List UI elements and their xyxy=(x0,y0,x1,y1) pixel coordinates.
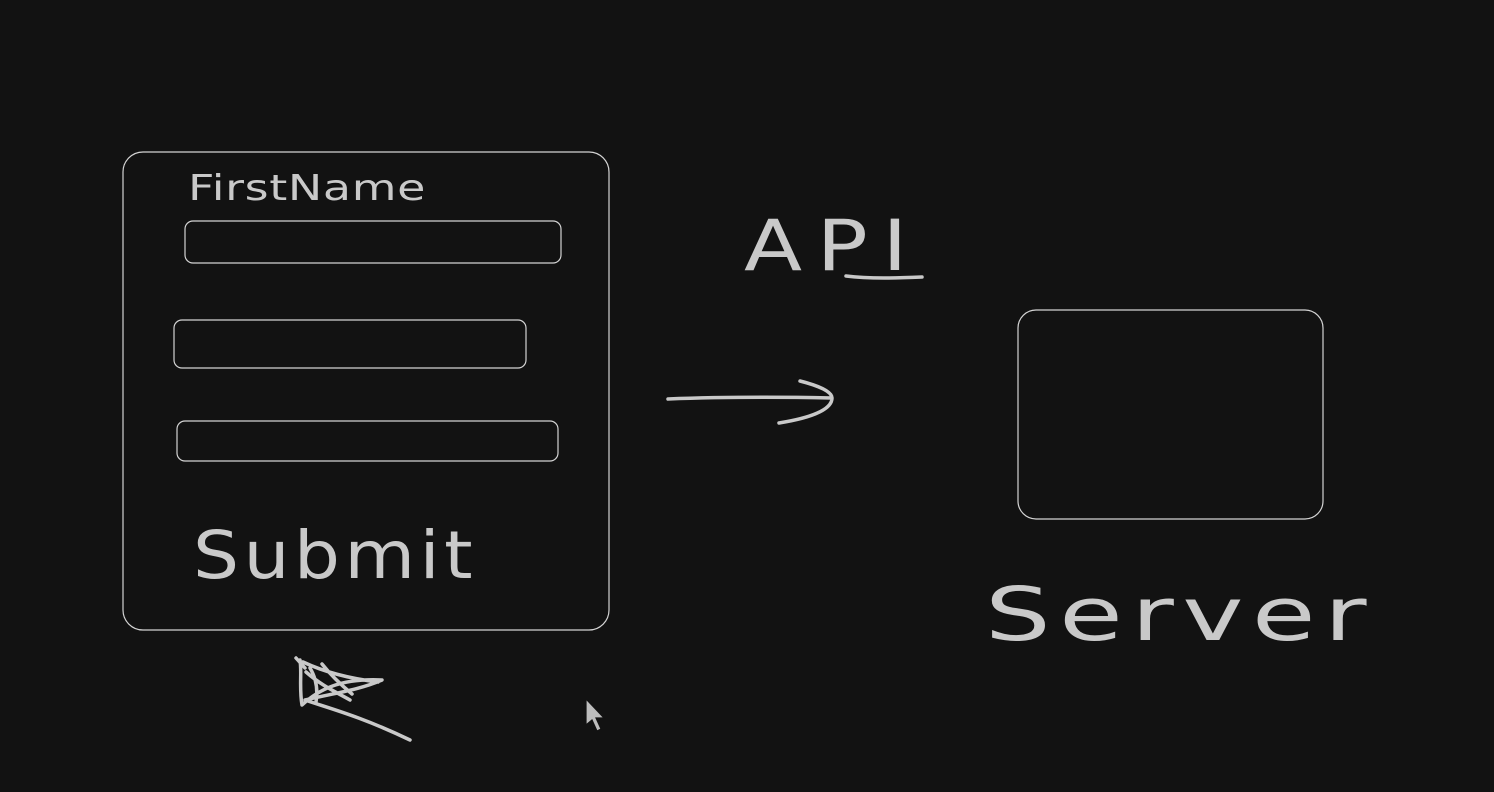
whiteboard-canvas[interactable]: FirstName Submit API Server xyxy=(0,0,1494,792)
arrow-right-icon xyxy=(666,379,834,425)
mouse-pointer-icon xyxy=(585,697,606,732)
pen-scribble-icon xyxy=(294,656,412,742)
pointer-shape xyxy=(585,697,606,732)
server-sketch: Server xyxy=(985,309,1375,658)
form-sketch: FirstName Submit xyxy=(122,151,610,631)
api-label: API xyxy=(744,205,922,287)
form-input-1[interactable] xyxy=(184,220,562,264)
scribble-stroke xyxy=(294,656,412,742)
server-box xyxy=(1017,309,1324,520)
request-arrow xyxy=(666,379,834,425)
form-input-2[interactable] xyxy=(173,319,527,369)
form-label-firstname: FirstName xyxy=(188,168,426,209)
form-input-3[interactable] xyxy=(176,420,559,462)
api-underline xyxy=(844,274,924,280)
form-submit-label: Submit xyxy=(193,517,477,594)
api-label-group: API xyxy=(744,205,924,287)
server-label: Server xyxy=(985,572,1375,658)
